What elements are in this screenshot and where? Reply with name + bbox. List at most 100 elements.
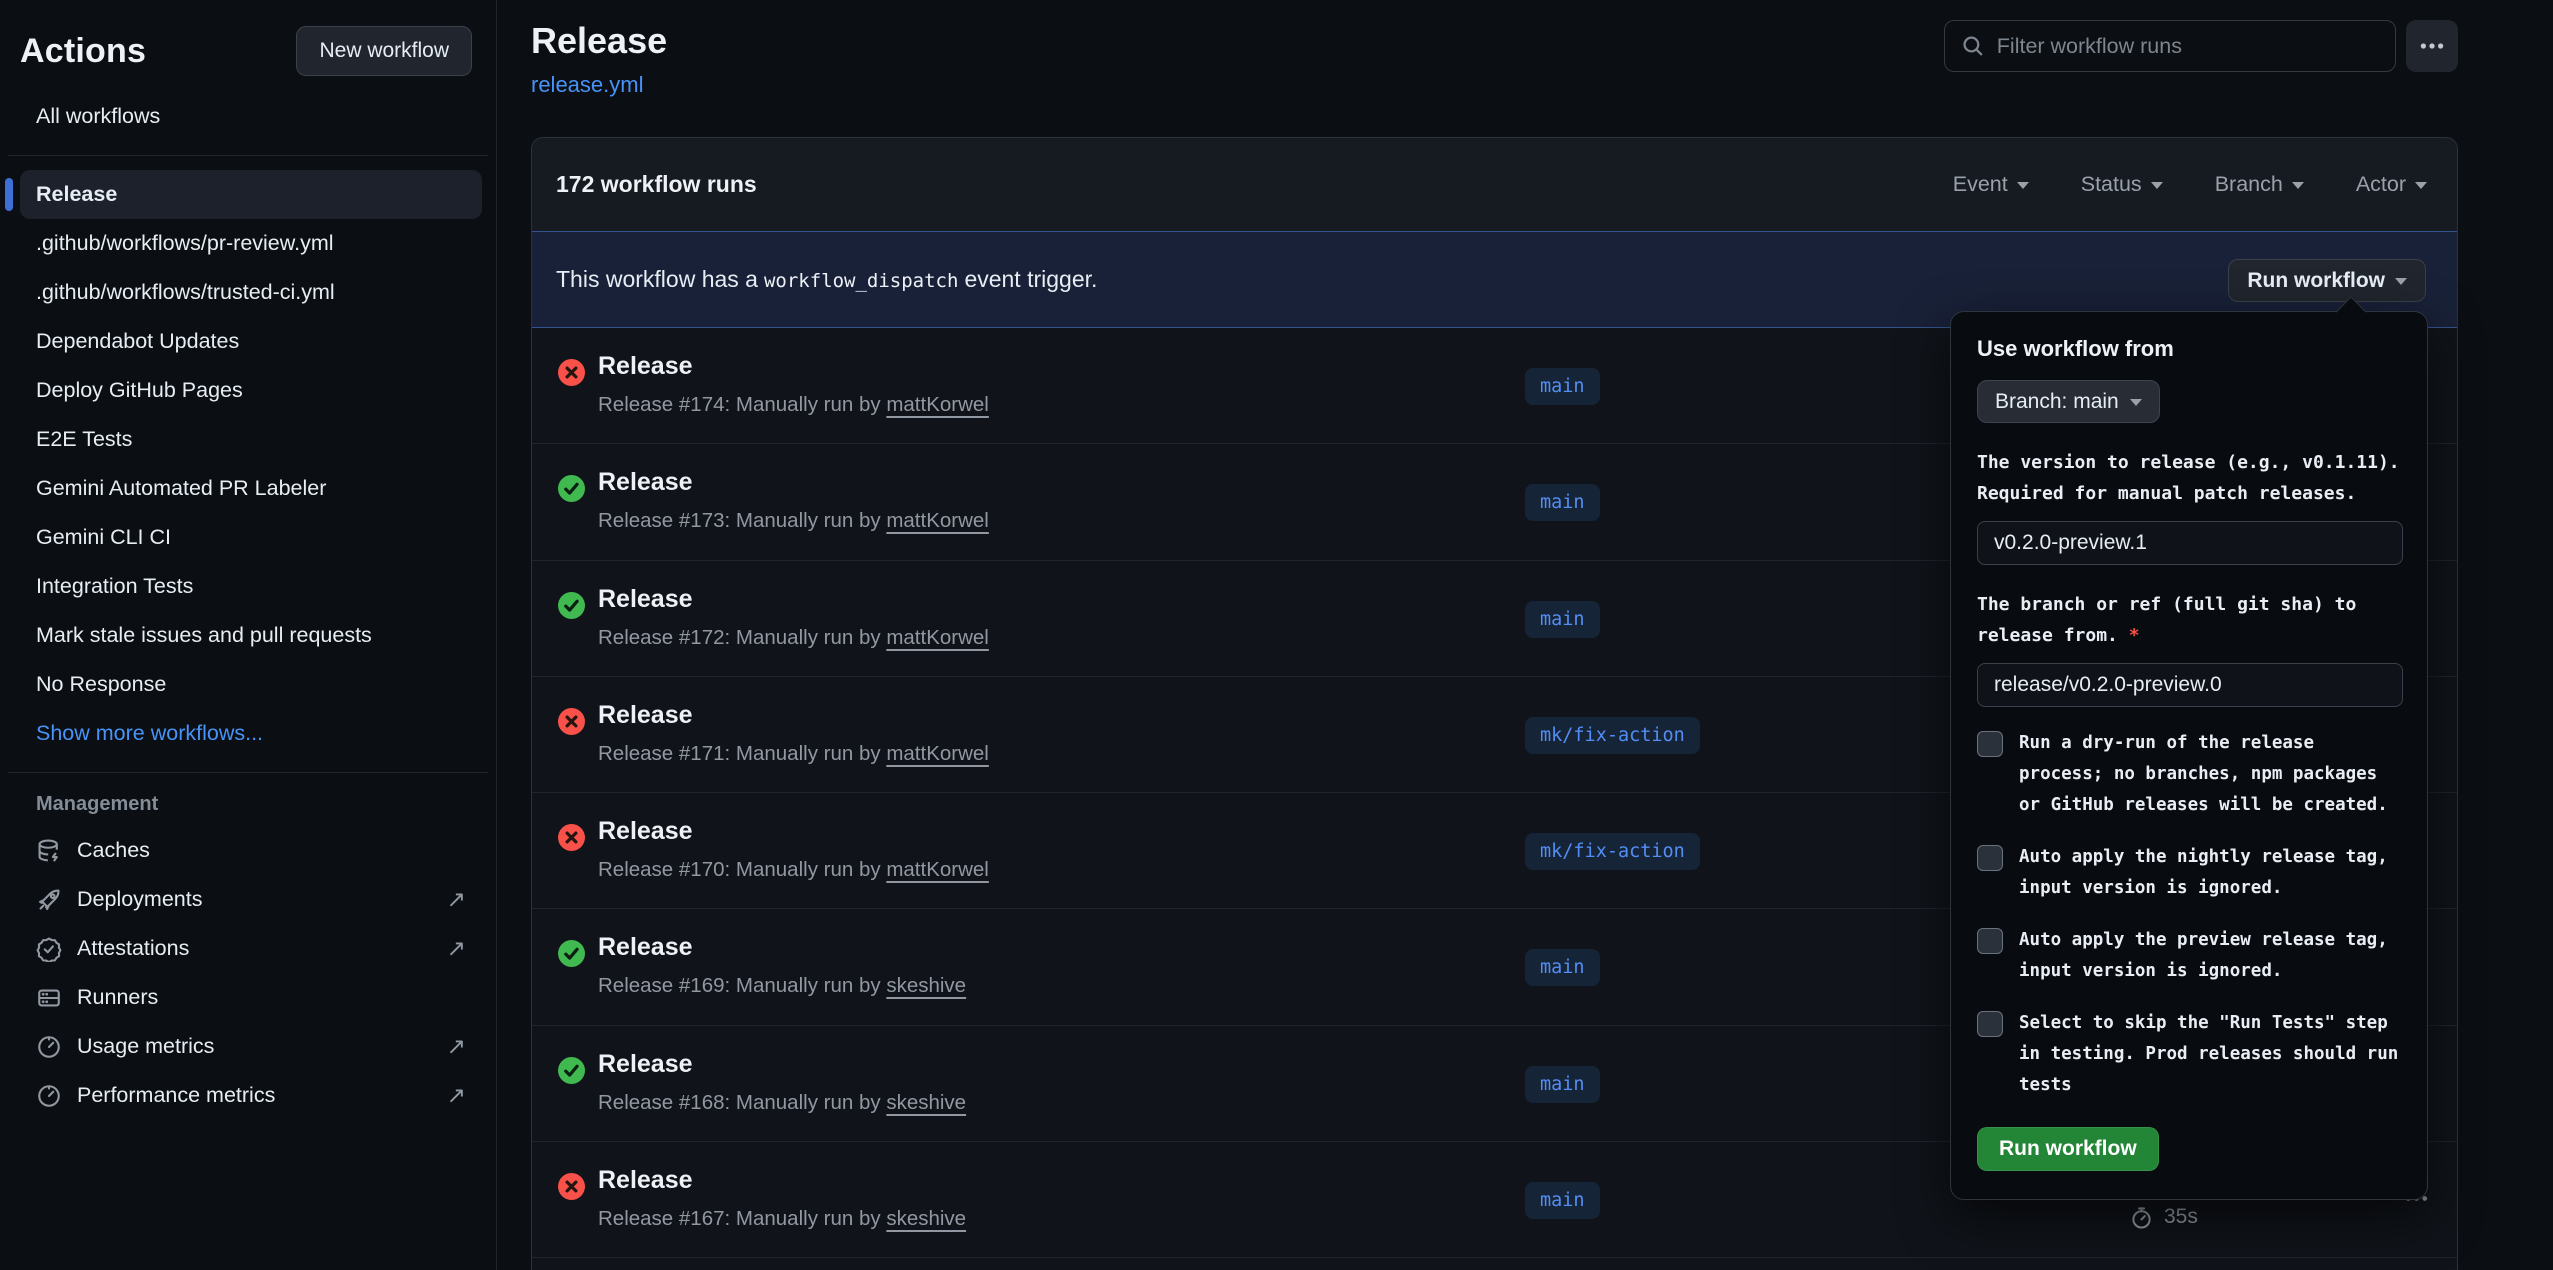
run-workflow-submit-button[interactable]: Run workflow [1977,1127,2159,1171]
banner-text: This workflow has aworkflow_dispatcheven… [556,266,1097,293]
branch-badge[interactable]: mk/fix-action [1525,717,1700,754]
sidebar-item-workflow[interactable]: .github/workflows/pr-review.yml [20,219,482,268]
sidebar-item-workflow[interactable]: Mark stale issues and pull requests [20,611,482,660]
run-title-link[interactable]: Release [598,468,693,497]
filter-dropdown-actor[interactable]: Actor [2356,172,2427,197]
banner-text-prefix: This workflow has a [556,266,758,292]
x-circle-icon [558,708,585,735]
run-description: Release #174: Manually run by mattKorwel [598,393,989,417]
new-workflow-button[interactable]: New workflow [296,26,472,76]
run-actor-link[interactable]: skeshive [886,974,966,997]
rocket-icon [36,887,62,913]
run-info-text: Release #167: Manually run by [598,1207,881,1230]
workflow-file-link[interactable]: release.yml [531,72,643,98]
run-description: Release #167: Manually run by skeshive [598,1207,966,1231]
sidebar-item-workflow[interactable]: .github/workflows/trusted-ci.yml [20,268,482,317]
run-actor-link[interactable]: mattKorwel [886,393,989,416]
sidebar-item-all-workflows[interactable]: All workflows [20,92,482,141]
sidebar-item-label: Gemini Automated PR Labeler [36,476,326,501]
banner-event-code: workflow_dispatch [758,270,964,292]
run-status-icon-wrap [558,940,585,972]
checkbox-label: Auto apply the preview release tag, inpu… [2019,925,2388,987]
run-title-link[interactable]: Release [598,585,693,614]
sidebar-item-performance-metrics[interactable]: Performance metrics↗ [20,1071,482,1120]
check-circle-icon [558,475,585,502]
run-description: Release #172: Manually run by mattKorwel [598,626,989,650]
sidebar-divider [8,155,488,156]
run-title-link[interactable]: Release [598,352,693,381]
run-actor-link[interactable]: skeshive [886,1091,966,1114]
filter-dropdown-status[interactable]: Status [2081,172,2163,197]
run-actor-link[interactable]: mattKorwel [886,858,989,881]
sidebar-item-workflow[interactable]: Integration Tests [20,562,482,611]
sidebar-item-workflow[interactable]: Deploy GitHub Pages [20,366,482,415]
branch-badge[interactable]: main [1525,1066,1600,1103]
sidebar-title: Actions [20,32,146,71]
sidebar-item-runners[interactable]: Runners [20,973,482,1022]
run-title-link[interactable]: Release [598,933,693,962]
sidebar-item-deployments[interactable]: Deployments↗ [20,875,482,924]
run-title-link[interactable]: Release [598,701,693,730]
workflow-options-kebab-button[interactable] [2406,20,2458,72]
run-workflow-dropdown-label: Run workflow [2247,269,2385,293]
external-link-arrow-icon: ↗ [447,935,466,962]
sidebar-item-label: .github/workflows/pr-review.yml [36,231,334,256]
branch-badge[interactable]: main [1525,1182,1600,1219]
filter-dropdown-label: Event [1953,172,2008,197]
chevron-down-icon [2017,182,2029,189]
sidebar-item-workflow[interactable]: Gemini Automated PR Labeler [20,464,482,513]
sidebar-item-workflow[interactable]: Dependabot Updates [20,317,482,366]
chevron-down-icon [2130,399,2142,406]
branch-badge[interactable]: main [1525,484,1600,521]
sidebar-item-workflow[interactable]: E2E Tests [20,415,482,464]
checkbox[interactable] [1977,928,2003,954]
checkbox[interactable] [1977,731,2003,757]
sidebar-divider [8,772,488,773]
filter-workflow-runs-input[interactable] [1997,34,2379,59]
branch-badge[interactable]: main [1525,368,1600,405]
popover-checkbox-row: Run a dry-run of the release process; no… [1977,728,2401,821]
run-actor-link[interactable]: mattKorwel [886,742,989,765]
branch-badge[interactable]: main [1525,601,1600,638]
branch-select-button[interactable]: Branch: main [1977,380,2160,423]
sidebar-item-caches[interactable]: Caches [20,826,482,875]
search-icon [1961,33,1985,59]
x-circle-icon [558,824,585,851]
run-actor-link[interactable]: mattKorwel [886,626,989,649]
sidebar-item-attestations[interactable]: Attestations↗ [20,924,482,973]
kebab-icon [2419,33,2445,59]
branch-badge[interactable]: main [1525,949,1600,986]
sidebar-item-usage-metrics[interactable]: Usage metrics↗ [20,1022,482,1071]
sidebar-item-label: Integration Tests [36,574,193,599]
run-actor-link[interactable]: skeshive [886,1207,966,1230]
stopwatch-icon [2129,1205,2154,1230]
branch-badge[interactable]: mk/fix-action [1525,833,1700,870]
sidebar-item-label: .github/workflows/trusted-ci.yml [36,280,335,305]
run-title-link[interactable]: Release [598,817,693,846]
sidebar-item-workflow[interactable]: No Response [20,660,482,709]
run-description: Release #170: Manually run by mattKorwel [598,858,989,882]
ref-input[interactable] [1977,663,2403,707]
required-asterisk: * [2129,625,2140,646]
run-title-link[interactable]: Release [598,1050,693,1079]
management-heading: Management [36,793,496,816]
sidebar-item-workflow[interactable]: Release [20,170,482,219]
actions-sidebar: Actions New workflow All workflows Relea… [0,0,497,1270]
checkbox[interactable] [1977,845,2003,871]
workflow-runs-count: 172 workflow runs [556,171,757,198]
selected-accent-bar [5,178,13,211]
run-description: Release #173: Manually run by mattKorwel [598,509,989,533]
server-icon [36,985,62,1011]
sidebar-item-workflow[interactable]: Gemini CLI CI [20,513,482,562]
run-actor-link[interactable]: mattKorwel [886,509,989,532]
run-status-icon-wrap [558,359,585,391]
checkbox[interactable] [1977,1011,2003,1037]
sidebar-show-more-link[interactable]: Show more workflows... [20,709,482,758]
version-input[interactable] [1977,521,2403,565]
chevron-down-icon [2292,182,2304,189]
filter-dropdown-event[interactable]: Event [1953,172,2029,197]
run-workflow-dropdown-button[interactable]: Run workflow [2228,259,2426,302]
branch-select-label: Branch: main [1995,390,2119,414]
run-title-link[interactable]: Release [598,1166,693,1195]
filter-dropdown-branch[interactable]: Branch [2215,172,2304,197]
